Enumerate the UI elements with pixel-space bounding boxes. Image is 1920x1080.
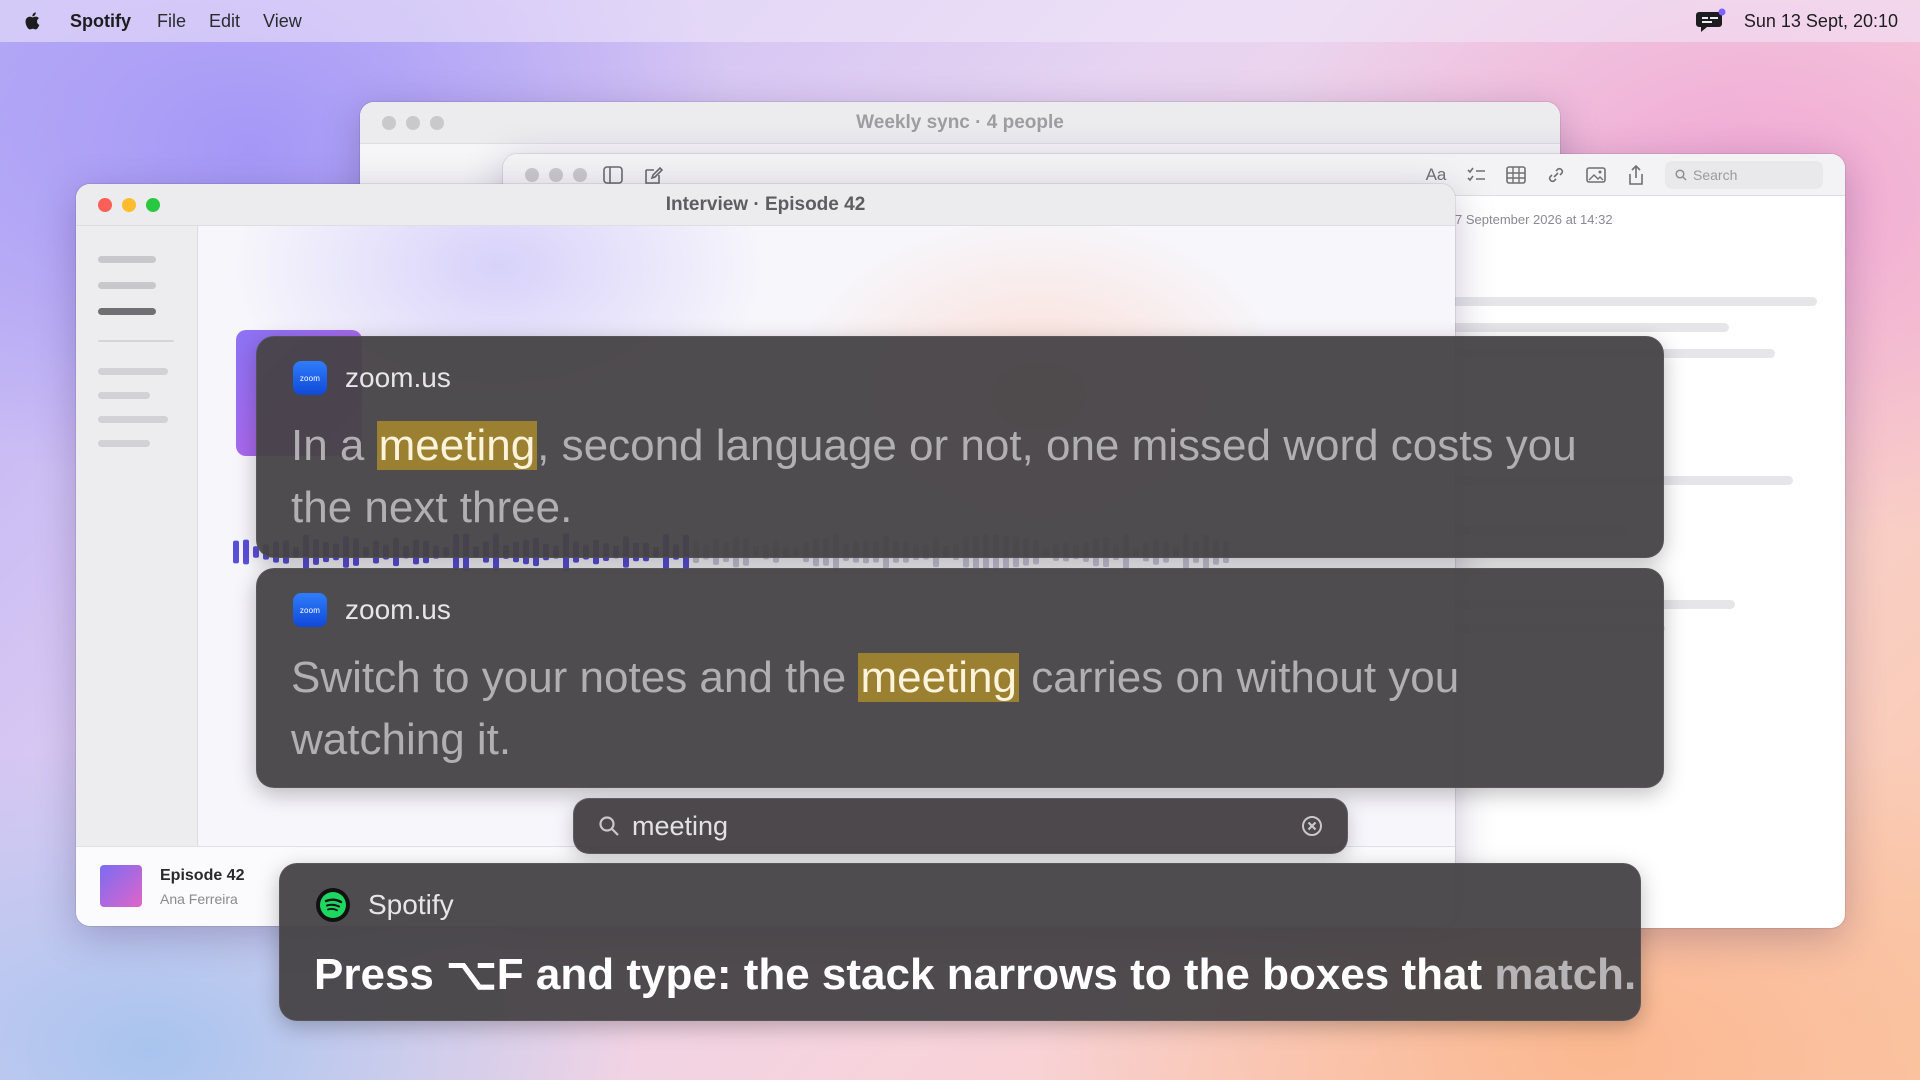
note-date: 7 September 2026 at 14:32 [1455,212,1613,227]
caption-text-segment-dim: match. [1494,950,1637,999]
episode-author: Ana Ferreira [160,891,238,907]
caption-card[interactable]: zoom zoom.us In a meeting, second langua… [256,336,1664,558]
zoom-app-icon: zoom [293,593,327,627]
sidebar-placeholder-line[interactable] [98,282,156,289]
caption-text-segment: Switch to your notes and the [291,653,859,702]
notes-toolbar: Aa Search [1425,160,1823,190]
checklist-icon[interactable] [1465,164,1487,186]
caption-text: Switch to your notes and the meeting car… [291,647,1611,771]
sidebar-toggle-icon[interactable] [603,166,623,184]
compose-icon[interactable] [643,166,663,186]
clear-search-icon[interactable] [1301,815,1323,837]
zoom-button[interactable] [573,167,587,182]
caption-text: Press ⌥F and type: the stack narrows to … [314,944,1636,1006]
search-icon [599,816,619,836]
note-line [1451,297,1817,306]
weekly-sync-title: Weekly sync · 4 people [856,111,1064,133]
interview-title: Interview · Episode 42 [665,193,866,215]
caption-search-input[interactable] [632,810,1301,842]
table-icon[interactable] [1505,164,1527,186]
weekly-sync-titlebar[interactable]: Weekly sync · 4 people [360,102,1560,144]
minimize-button[interactable] [549,167,563,182]
captions-status-icon[interactable] [1695,8,1726,34]
caption-app-name: zoom.us [345,362,451,393]
caption-text-segment: In a [291,421,377,470]
link-icon[interactable] [1545,164,1567,186]
search-match-highlight: meeting [376,421,538,470]
caption-text-segment: Press ⌥F and type: the stack narrows to … [314,950,1495,999]
share-icon[interactable] [1625,164,1647,186]
caption-card[interactable]: zoom zoom.us Switch to your notes and th… [256,568,1664,788]
search-match-highlight: meeting [858,653,1019,702]
interview-sidebar [76,226,198,846]
menu-bar: Spotify File Edit View Sun 13 Sept, 20:1… [0,0,1920,42]
caption-source: zoom zoom.us [293,361,451,395]
note-line [1451,323,1729,332]
caption-app-name: zoom.us [345,594,451,625]
menu-app-name[interactable]: Spotify [70,11,131,32]
image-icon[interactable] [1585,164,1607,186]
waveform-bar [243,539,249,565]
menu-file[interactable]: File [157,11,186,32]
notes-search-field[interactable]: Search [1665,161,1823,189]
apple-icon[interactable] [22,10,44,32]
text-style-icon[interactable]: Aa [1425,164,1447,186]
caption-search-bar[interactable] [573,798,1348,854]
sidebar-placeholder-line[interactable] [98,392,150,399]
caption-source: zoom zoom.us [293,593,451,627]
episode-title: Episode 42 [160,867,245,884]
notes-window-controls[interactable] [525,167,587,182]
menu-clock[interactable]: Sun 13 Sept, 20:10 [1744,11,1898,32]
spotify-app-icon [316,888,350,922]
caption-card[interactable]: Spotify Press ⌥F and type: the stack nar… [279,863,1641,1021]
notes-search-placeholder: Search [1693,167,1738,183]
sidebar-placeholder-line[interactable] [98,308,156,315]
menu-view[interactable]: View [263,11,302,32]
caption-app-name: Spotify [368,889,454,920]
episode-thumbnail[interactable] [100,865,142,907]
zoom-app-icon: zoom [293,361,327,395]
waveform-bar [233,540,239,564]
close-button[interactable] [525,167,539,182]
sidebar-placeholder-line[interactable] [98,440,150,447]
caption-source: Spotify [316,888,454,922]
sidebar-placeholder-line[interactable] [98,368,168,375]
caption-text: In a meeting, second language or not, on… [291,415,1631,539]
sidebar-placeholder-line[interactable] [98,256,156,263]
menu-edit[interactable]: Edit [209,11,240,32]
sidebar-placeholder-line[interactable] [98,416,168,423]
interview-titlebar[interactable]: Interview · Episode 42 [76,184,1455,226]
sidebar-divider [98,340,174,342]
search-icon [1675,169,1687,181]
